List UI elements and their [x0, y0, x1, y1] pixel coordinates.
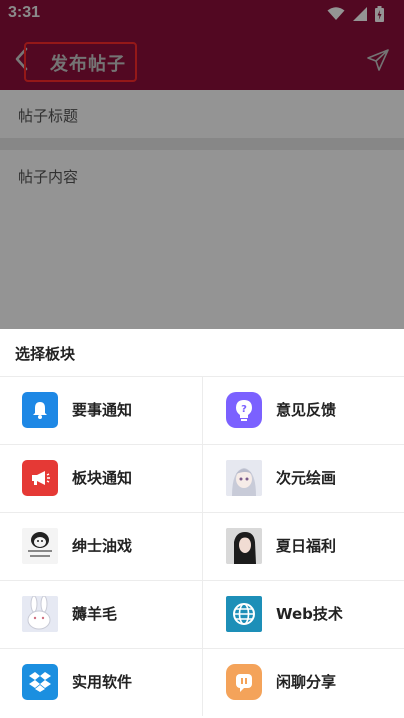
field-divider	[0, 138, 404, 150]
status-icons	[327, 5, 384, 23]
status-bar: 3:31	[0, 0, 404, 28]
post-content-placeholder: 帖子内容	[18, 168, 79, 186]
status-time: 3:31	[8, 4, 41, 21]
post-title-placeholder: 帖子标题	[18, 107, 79, 125]
board-label: 板块通知	[72, 469, 133, 487]
wifi-icon	[327, 7, 345, 20]
board-item-useful-software[interactable]: 实用软件	[0, 648, 202, 716]
board-label: 次元绘画	[276, 469, 337, 487]
send-icon	[367, 49, 389, 71]
board-label: 实用软件	[72, 673, 133, 691]
globe-icon	[226, 596, 262, 632]
svg-text:?: ?	[241, 404, 247, 415]
board-label: 闲聊分享	[276, 673, 337, 691]
board-item-freebies[interactable]: 薅羊毛	[0, 580, 202, 648]
chat-icon	[226, 664, 262, 700]
lightbulb-icon: ?	[226, 392, 262, 428]
girl-photo-image	[226, 528, 262, 564]
board-item-feedback[interactable]: ? 意见反馈	[202, 376, 404, 444]
board-item-board-notice[interactable]: 板块通知	[0, 444, 202, 512]
board-label: 薅羊毛	[72, 605, 118, 623]
app-bar: 发布帖子	[0, 28, 404, 90]
post-title-field[interactable]: 帖子标题	[0, 90, 404, 138]
anime-girl-image	[226, 460, 262, 496]
dropbox-icon	[22, 664, 58, 700]
post-form: 帖子标题 帖子内容	[0, 90, 404, 330]
board-label: 要事通知	[72, 401, 133, 419]
board-item-important-notice[interactable]: 要事通知	[0, 376, 202, 444]
board-item-summer-welfare[interactable]: 夏日福利	[202, 512, 404, 580]
post-content-field[interactable]: 帖子内容	[0, 150, 404, 330]
rabbit-image	[22, 596, 58, 632]
board-picker-sheet: 选择板块 要事通知 ? 意见反馈 板块通知 次元绘画 绅士油戏 夏日福利 薅羊毛…	[0, 329, 404, 718]
send-button[interactable]	[366, 48, 390, 72]
board-item-gentleman-games[interactable]: 绅士油戏	[0, 512, 202, 580]
signal-icon	[353, 7, 367, 21]
meme-image	[22, 528, 58, 564]
board-label: Web技术	[276, 605, 343, 623]
bell-icon	[22, 392, 58, 428]
board-item-web-tech[interactable]: Web技术	[202, 580, 404, 648]
page-title: 发布帖子	[50, 54, 126, 75]
battery-icon	[375, 6, 384, 22]
sheet-title: 选择板块	[15, 345, 76, 363]
board-label: 绅士油戏	[72, 537, 133, 555]
board-item-casual-chat[interactable]: 闲聊分享	[202, 648, 404, 716]
megaphone-icon	[22, 460, 58, 496]
board-item-anime-drawing[interactable]: 次元绘画	[202, 444, 404, 512]
board-label: 夏日福利	[276, 537, 337, 555]
board-label: 意见反馈	[276, 401, 337, 419]
